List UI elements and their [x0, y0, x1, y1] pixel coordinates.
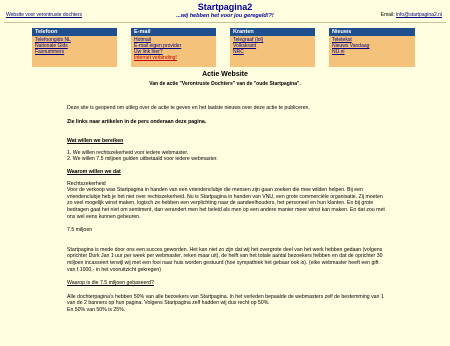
nav-link[interactable]: NU.nl	[332, 49, 412, 55]
header-email: Email: info@startpagina2.nl	[381, 12, 442, 18]
site-title: Startpagina2	[197, 2, 253, 12]
nav-box-kranten: Kranten Telegraaf (lol) Volkskrant NRC	[230, 28, 315, 67]
links-note: Zie links naar artikelen in de pers onde…	[67, 118, 207, 125]
nav-boxes: Telefoon Telefoongids NL Nationale Gids …	[32, 28, 415, 67]
goal-item: 2. We willen 7.5 miljoen gulden uitbetaa…	[67, 156, 218, 163]
basis-heading: Waarop is die 7.5 miljoen gebaseerd?	[67, 280, 154, 287]
intro-text: Deze site is geopend om uitleg over de a…	[67, 105, 310, 111]
site-header: Website voor verontruste dochters Startp…	[0, 0, 450, 30]
why-subheading: Rechtszekerheid	[67, 180, 106, 187]
nav-box-nieuws: Nieuws Teletekst Nieuws Vandaag NU.nl	[329, 28, 415, 67]
nav-link[interactable]: Faxnummers	[35, 49, 114, 55]
why-paragraph: Voor de verkoop was Startpagina in hande…	[67, 187, 385, 220]
nav-link[interactable]: Internet verbinding!	[134, 55, 213, 61]
nav-box-email: E-mail Hotmail E-mail eigen provider Uw …	[131, 28, 216, 67]
header-divider	[4, 22, 446, 23]
nav-box-title: Nieuws	[329, 28, 415, 36]
nav-box-title: E-mail	[131, 28, 216, 36]
success-paragraph: Startpagina is mede door ons een succes …	[67, 246, 383, 273]
amount-label: 7.5 miljoen	[67, 227, 93, 234]
email-label: Email:	[380, 12, 395, 18]
nav-box-title: Telefoon	[32, 28, 117, 36]
nav-link[interactable]: NRC	[233, 49, 312, 55]
nav-box-telefoon: Telefoon Telefoongids NL Nationale Gids …	[32, 28, 117, 67]
main-content: Deze site is geopend om uitleg over de a…	[67, 105, 387, 313]
why-heading: Waarom willen we dat	[67, 168, 121, 175]
goal-heading: Wat willen we bereiken	[67, 138, 124, 145]
goal-item: 1. We willen rechtszekerheid voor iedere…	[67, 149, 189, 156]
page-subtitle: Van de actie "Verontruste Dochters" van …	[149, 81, 301, 87]
page-title: Actie Website	[202, 71, 248, 78]
email-link[interactable]: info@startpagina2.nl	[396, 12, 442, 18]
basis-tail: En 50% van 50% is 25%.	[67, 306, 126, 313]
basis-paragraph: Alle dochterpagina's hebben 50% van alle…	[67, 293, 384, 307]
nav-box-title: Kranten	[230, 28, 315, 36]
